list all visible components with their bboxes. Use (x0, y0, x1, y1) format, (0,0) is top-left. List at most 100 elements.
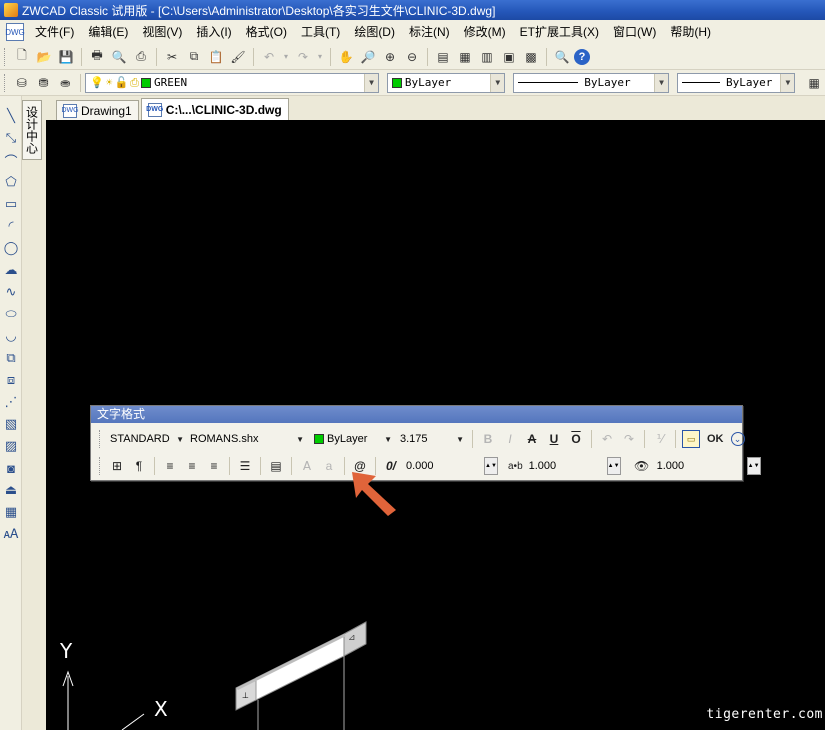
align-center-icon[interactable]: ≡ (183, 457, 201, 475)
zoom-previous-icon[interactable]: ⊖ (402, 47, 422, 67)
paragraph-icon[interactable]: ¶ (130, 457, 148, 475)
save-icon[interactable]: 💾 (56, 47, 76, 67)
tab-clinic-3d[interactable]: DWG C:\...\CLINIC-3D.dwg (140, 98, 289, 120)
toolbar-grip[interactable] (4, 47, 7, 66)
new-file-icon[interactable]: 🗋 (12, 47, 32, 67)
open-file-icon[interactable]: 📂 (34, 47, 54, 67)
menu-draw[interactable]: 绘图(D) (347, 21, 402, 43)
lineweight-dropdown[interactable]: ByLayer ▼ (676, 72, 796, 93)
spline-icon[interactable]: ∿ (1, 282, 21, 302)
arc-icon[interactable]: ◜ (1, 216, 21, 236)
line-icon[interactable]: ╲ (1, 106, 21, 126)
menu-dimension[interactable]: 标注(N) (402, 21, 457, 43)
undo-icon[interactable]: ↶ (259, 47, 279, 67)
paste-icon[interactable]: 📋 (206, 47, 226, 67)
tracking-input[interactable]: 1.000 ▲▼ (525, 457, 621, 475)
publish-icon[interactable]: ⎙ (131, 47, 151, 67)
menu-tools[interactable]: 工具(T) (294, 21, 347, 43)
polygon-icon[interactable]: ⬠ (1, 172, 21, 192)
layer-dropdown[interactable]: 💡 ☀ 🔓 ⎙ GREEN ▼ (85, 72, 380, 93)
print-preview-icon[interactable]: 🔍 (109, 47, 129, 67)
point-icon[interactable]: ⋰ (1, 392, 21, 412)
hatch-icon[interactable]: ▧ (1, 414, 21, 434)
find-icon[interactable]: 🔍 (552, 47, 572, 67)
options-chevron-icon[interactable]: ⌄ (730, 432, 745, 446)
uppercase-icon[interactable]: ꓮ (298, 457, 316, 475)
undo-dropdown-icon[interactable]: ▾ (281, 47, 291, 67)
copy-icon[interactable]: ⧉ (184, 47, 204, 67)
overline-icon[interactable]: O (567, 430, 585, 448)
help-icon[interactable]: ? (574, 48, 590, 65)
dropdown-arrow-icon[interactable]: ▼ (384, 435, 392, 444)
menu-help[interactable]: 帮助(H) (663, 21, 718, 43)
insert-block-icon[interactable]: ⧉ (1, 348, 21, 368)
oblique-angle-input[interactable]: 0.000 ▲▼ (402, 457, 498, 475)
menu-edit[interactable]: 编辑(E) (81, 21, 135, 43)
spinner-arrows-icon[interactable]: ▲▼ (746, 457, 761, 475)
menu-window[interactable]: 窗口(W) (606, 21, 663, 43)
design-center-tab[interactable]: 设计中心 (22, 100, 42, 160)
text-style-dropdown[interactable]: STANDARD ▼ (106, 430, 186, 448)
zoom-window-icon[interactable]: ⊕ (380, 47, 400, 67)
toolbar-grip[interactable] (99, 430, 102, 448)
redo-icon[interactable]: ↷ (293, 47, 313, 67)
strikethrough-icon[interactable]: A (523, 430, 541, 448)
table-icon[interactable]: ▦ (1, 502, 21, 522)
cut-icon[interactable]: ✂ (162, 47, 182, 67)
layer-states-icon[interactable]: ⛂ (55, 73, 75, 93)
bold-button[interactable]: B (479, 430, 497, 448)
font-dropdown[interactable]: ROMANS.shx ▼ (186, 430, 310, 448)
line-spacing-icon[interactable]: ☰ (236, 457, 254, 475)
spinner-arrows-icon[interactable]: ▲▼ (484, 457, 498, 475)
menu-insert[interactable]: 插入(I) (189, 21, 238, 43)
gradient-icon[interactable]: ▨ (1, 436, 21, 456)
color-dropdown[interactable]: ByLayer ▼ (386, 72, 506, 93)
polyline-icon[interactable]: ⌒ (1, 150, 21, 170)
stack-icon[interactable]: ⅟ (651, 430, 669, 448)
align-left-icon[interactable]: ≡ (161, 457, 179, 475)
plot-style-icon[interactable]: ▦ (804, 73, 824, 93)
spinner-arrows-icon[interactable]: ▲▼ (606, 457, 621, 475)
menu-et-tools[interactable]: ET扩展工具(X) (513, 21, 606, 43)
region-icon[interactable]: ◙ (1, 458, 21, 478)
rectangle-icon[interactable]: ▭ (1, 194, 21, 214)
properties-icon[interactable]: ▤ (433, 47, 453, 67)
print-icon[interactable]: 🖶 (87, 47, 107, 67)
lowercase-icon[interactable]: a (320, 457, 338, 475)
3d-object[interactable]: ⊥ ⊿ (235, 621, 367, 730)
match-properties-icon[interactable]: 🖌 (228, 47, 248, 67)
text-format-title[interactable]: 文字格式 (91, 406, 742, 423)
sheet-set-icon[interactable]: ▣ (499, 47, 519, 67)
pan-icon[interactable]: ✋ (336, 47, 356, 67)
width-factor-input[interactable]: 1.000 ▲▼ (653, 457, 761, 475)
tool-palettes-icon[interactable]: ▥ (477, 47, 497, 67)
make-block-icon[interactable]: ⧈ (1, 370, 21, 390)
lineweight-dropdown-arrow-icon[interactable]: ▼ (780, 73, 795, 92)
align-right-icon[interactable]: ≡ (205, 457, 223, 475)
ellipse-arc-icon[interactable]: ◡ (1, 326, 21, 346)
menu-modify[interactable]: 修改(M) (457, 21, 513, 43)
undo-icon[interactable]: ↶ (598, 430, 616, 448)
dropdown-arrow-icon[interactable]: ▼ (296, 435, 304, 444)
ok-button[interactable]: OK (704, 430, 727, 448)
dropdown-arrow-icon[interactable]: ▼ (176, 435, 184, 444)
construction-line-icon[interactable]: ⤡ (1, 128, 21, 148)
layer-previous-icon[interactable]: ⛃ (34, 73, 54, 93)
layer-dropdown-arrow-icon[interactable]: ▼ (364, 73, 379, 92)
columns-icon[interactable]: ⊞ (108, 457, 126, 475)
linetype-dropdown-arrow-icon[interactable]: ▼ (654, 73, 669, 92)
layer-manager-icon[interactable]: ⛁ (12, 73, 32, 93)
insert-field-icon[interactable]: ▤ (267, 457, 285, 475)
italic-button[interactable]: I (501, 430, 519, 448)
toolbar-grip[interactable] (4, 73, 7, 92)
text-height-dropdown[interactable]: 3.175 ▼ (396, 430, 468, 448)
color-dropdown-arrow-icon[interactable]: ▼ (490, 73, 505, 92)
redo-dropdown-icon[interactable]: ▾ (315, 47, 325, 67)
redo-icon[interactable]: ↷ (620, 430, 638, 448)
revision-cloud-icon[interactable]: ☁ (1, 260, 21, 280)
ellipse-icon[interactable]: ⬭ (1, 304, 21, 324)
menu-format[interactable]: 格式(O) (239, 21, 294, 43)
tab-drawing1[interactable]: DWG Drawing1 (56, 100, 139, 120)
menu-view[interactable]: 视图(V) (135, 21, 189, 43)
text-color-dropdown[interactable]: ByLayer ▼ (310, 430, 396, 448)
